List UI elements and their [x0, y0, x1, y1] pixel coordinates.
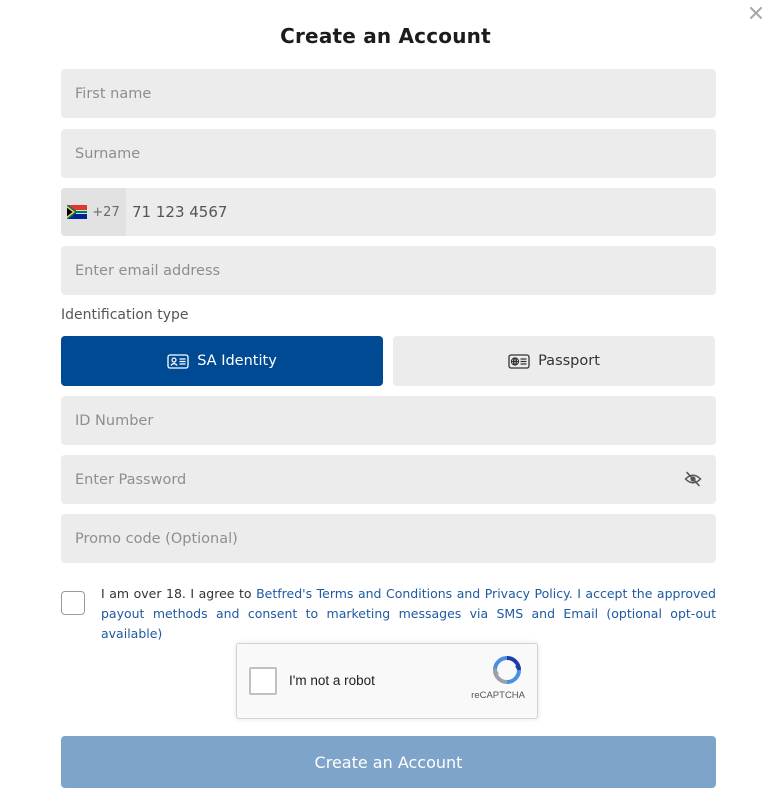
password-field[interactable]: [61, 455, 716, 504]
terms-checkbox[interactable]: [61, 591, 85, 615]
surname-field[interactable]: [61, 129, 716, 178]
email-field[interactable]: [61, 246, 716, 295]
recaptcha-brand: reCAPTCHA: [471, 690, 525, 701]
close-icon: [750, 7, 762, 19]
sa-identity-button[interactable]: SA Identity: [61, 336, 383, 386]
south-africa-flag-icon: [67, 205, 88, 219]
page-title: Create an Account: [280, 24, 491, 48]
phone-input[interactable]: 71 123 4567: [126, 203, 233, 221]
promo-code-field[interactable]: [61, 514, 716, 563]
identification-type-label: Identification type: [61, 307, 189, 323]
id-card-icon: [167, 353, 189, 369]
surname-input[interactable]: [61, 129, 716, 178]
country-code: +27: [92, 204, 120, 220]
recaptcha-logo-icon: [493, 656, 521, 684]
recaptcha-checkbox[interactable]: [249, 667, 277, 695]
phone-field[interactable]: +27 71 123 4567: [61, 188, 716, 236]
create-account-button[interactable]: Create an Account: [61, 736, 716, 788]
id-number-field[interactable]: [61, 396, 716, 445]
passport-icon: [508, 353, 530, 369]
close-button[interactable]: [749, 6, 763, 20]
sa-identity-label: SA Identity: [197, 353, 277, 369]
terms-text: I am over 18. I agree to Betfred's Terms…: [101, 584, 716, 644]
first-name-input[interactable]: [61, 69, 716, 118]
country-code-selector[interactable]: +27: [61, 188, 126, 236]
first-name-field[interactable]: [61, 69, 716, 118]
email-input[interactable]: [61, 246, 716, 295]
password-input[interactable]: [61, 455, 716, 504]
promo-code-input[interactable]: [61, 514, 716, 563]
recaptcha-widget: I'm not a robot reCAPTCHA: [236, 643, 538, 719]
eye-slash-icon[interactable]: [684, 470, 702, 488]
id-number-input[interactable]: [61, 396, 716, 445]
passport-button[interactable]: Passport: [393, 336, 715, 386]
terms-agreement: I am over 18. I agree to Betfred's Terms…: [61, 584, 716, 644]
passport-label: Passport: [538, 353, 600, 369]
terms-prefix: I am over 18. I agree to: [101, 586, 257, 601]
recaptcha-label: I'm not a robot: [289, 673, 375, 688]
